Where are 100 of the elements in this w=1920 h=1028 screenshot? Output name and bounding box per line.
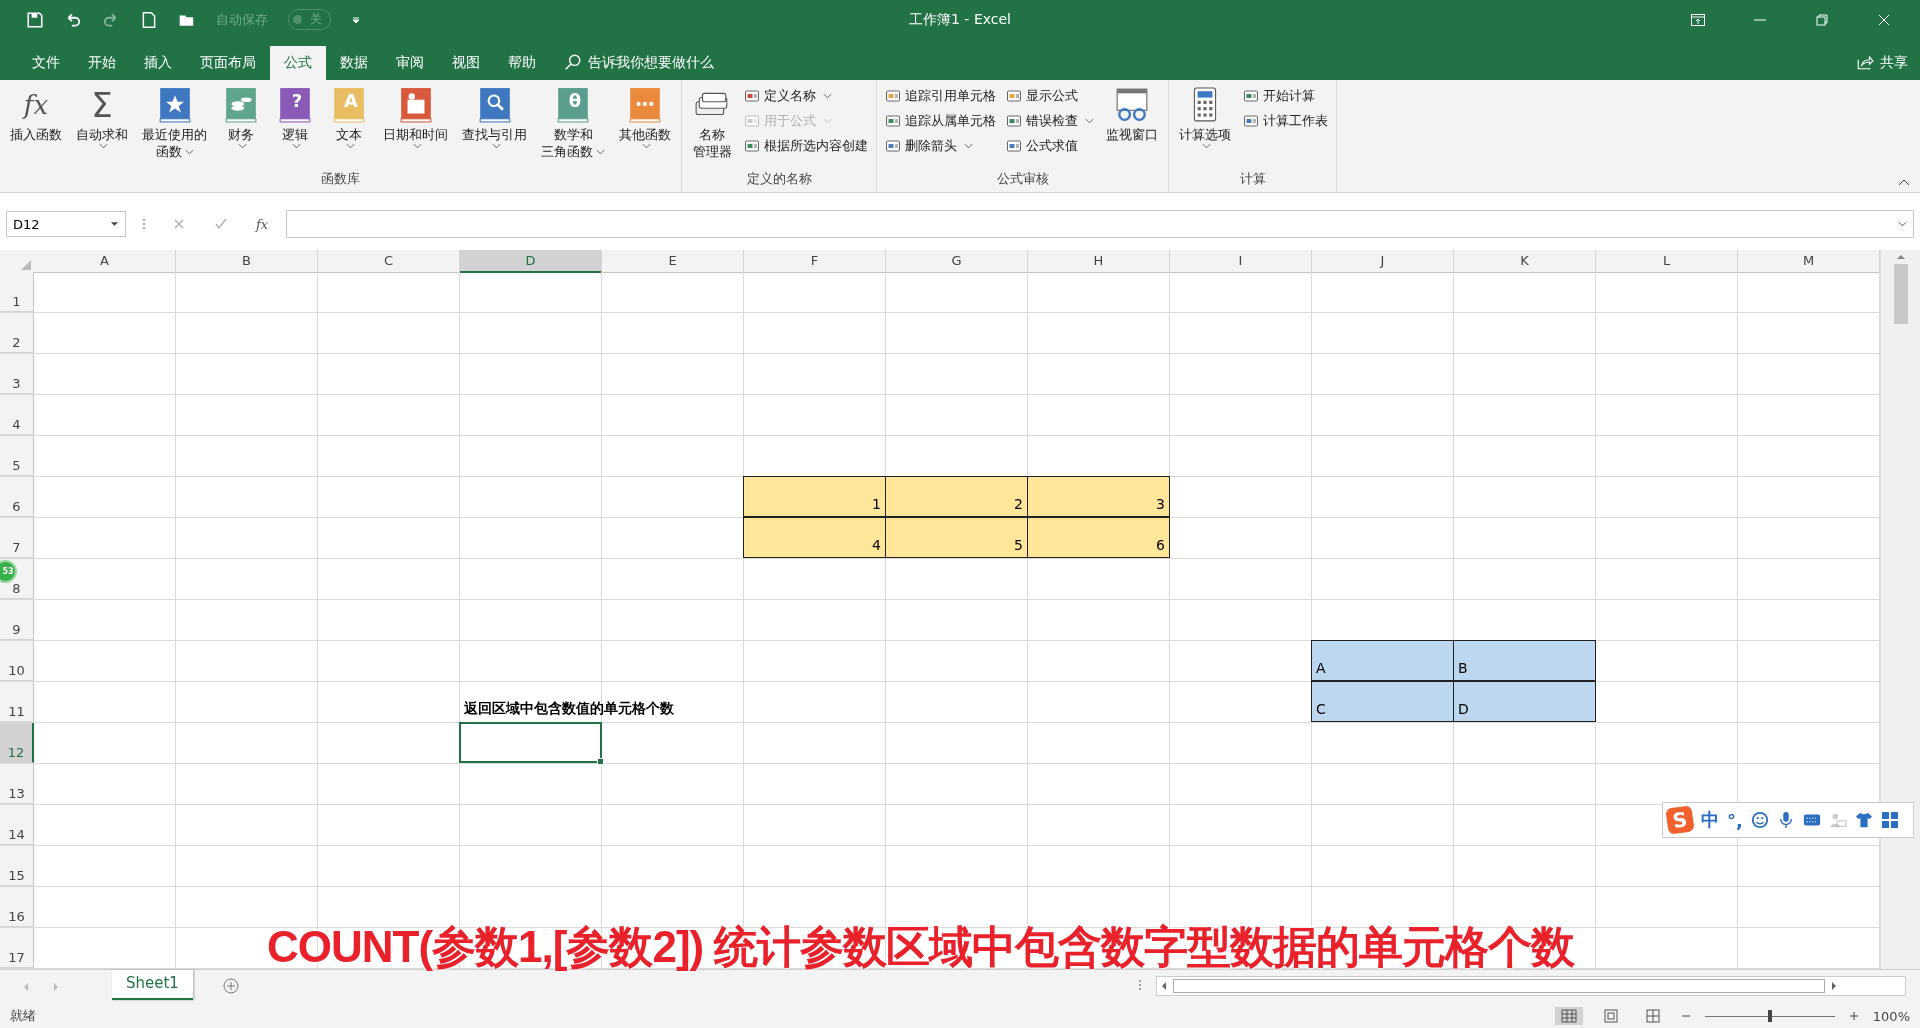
- row-header[interactable]: 10: [8, 664, 25, 679]
- column-header[interactable]: K: [1454, 250, 1596, 274]
- ribbon-button[interactable]: Σ 自动求和: [70, 83, 134, 171]
- active-cell[interactable]: [459, 722, 602, 764]
- sheet-tab[interactable]: Sheet1: [112, 970, 193, 1001]
- row-header[interactable]: 6: [12, 500, 21, 515]
- ribbon-command[interactable]: 追踪引用单元格: [885, 85, 996, 106]
- new-file-icon[interactable]: [140, 10, 158, 29]
- column-header[interactable]: A: [34, 250, 176, 274]
- menu-tab[interactable]: 插入: [130, 45, 186, 80]
- tell-me-search[interactable]: 告诉我你想要做什么: [588, 45, 714, 80]
- row-header[interactable]: 14: [8, 828, 25, 843]
- toolbox-icon[interactable]: [1880, 811, 1899, 829]
- insert-function-button[interactable]: fx: [256, 216, 269, 232]
- ribbon-command[interactable]: 计算工作表: [1243, 110, 1328, 131]
- row-header[interactable]: 1: [12, 295, 21, 310]
- ribbon-button[interactable]: 其他函数: [613, 83, 677, 171]
- collapse-ribbon-icon[interactable]: [1898, 178, 1910, 187]
- scroll-left-icon[interactable]: [1161, 981, 1167, 992]
- row-header[interactable]: 8: [12, 582, 21, 597]
- column-header[interactable]: J: [1312, 250, 1454, 274]
- normal-view-icon[interactable]: [1554, 1007, 1583, 1026]
- menu-tab[interactable]: 视图: [438, 45, 494, 80]
- column-header[interactable]: B: [176, 250, 318, 274]
- scroll-up-icon[interactable]: [1895, 254, 1906, 261]
- ribbon-command[interactable]: 开始计算: [1243, 85, 1328, 106]
- share-button[interactable]: 共享: [1880, 45, 1920, 80]
- add-sheet-icon[interactable]: [222, 978, 239, 995]
- row-header[interactable]: 5: [12, 459, 21, 474]
- ribbon-command[interactable]: 追踪从属单元格: [885, 110, 996, 131]
- prev-sheet-icon[interactable]: [22, 982, 30, 993]
- menu-tab[interactable]: 帮助: [494, 45, 550, 80]
- row-header[interactable]: 11: [8, 705, 25, 720]
- ribbon-button[interactable]: A 文本: [323, 83, 375, 171]
- next-sheet-icon[interactable]: [52, 982, 60, 993]
- menu-tab[interactable]: 开始: [74, 45, 130, 80]
- ribbon-button[interactable]: 名称 管理器: [686, 83, 738, 171]
- restore-icon[interactable]: [1814, 11, 1830, 28]
- row-header[interactable]: 13: [8, 787, 25, 802]
- row-header[interactable]: 9: [12, 623, 21, 638]
- row-header[interactable]: 16: [8, 910, 25, 925]
- row-header[interactable]: 17: [8, 951, 25, 966]
- row-header[interactable]: 12: [7, 746, 25, 761]
- emoji-icon[interactable]: [1750, 811, 1769, 829]
- ribbon-command[interactable]: 错误检查: [1006, 110, 1094, 131]
- ribbon-group-label: 函数库: [320, 170, 361, 189]
- row-header[interactable]: 2: [12, 336, 21, 351]
- column-header[interactable]: D: [460, 250, 602, 274]
- ribbon-command[interactable]: 公式求值: [1006, 135, 1094, 156]
- ribbon-command[interactable]: 显示公式: [1006, 85, 1094, 106]
- user-icon[interactable]: [1828, 811, 1847, 829]
- ribbon-button[interactable]: 日期和时间: [377, 83, 454, 171]
- menu-tab[interactable]: 文件: [18, 45, 74, 80]
- row-header[interactable]: 7: [12, 541, 21, 556]
- column-header[interactable]: H: [1028, 250, 1170, 274]
- row-header[interactable]: 15: [8, 869, 25, 884]
- scrollbar-thumb[interactable]: [1173, 979, 1825, 994]
- column-header[interactable]: L: [1596, 250, 1738, 274]
- menu-tab[interactable]: 审阅: [382, 45, 438, 80]
- splitter-icon[interactable]: [1138, 978, 1142, 993]
- horizontal-scrollbar[interactable]: [1156, 976, 1906, 997]
- zoom-in-icon[interactable]: [1848, 1011, 1859, 1022]
- ribbon-button[interactable]: 财务: [215, 83, 267, 171]
- input-mode-toggle[interactable]: 中: [1701, 808, 1719, 832]
- ribbon-button[interactable]: 查找与引用: [456, 83, 533, 171]
- formula-input[interactable]: [286, 210, 1914, 239]
- zoom-level-text[interactable]: 100%: [1872, 1008, 1910, 1024]
- ribbon-button[interactable]: fx 插入函数: [4, 83, 68, 171]
- ribbon-button[interactable]: 监视窗口: [1100, 83, 1164, 171]
- ribbon-display-icon[interactable]: [1690, 11, 1706, 28]
- column-header[interactable]: F: [744, 250, 886, 274]
- search-icon[interactable]: [564, 52, 582, 71]
- ribbon-button[interactable]: ? 逻辑: [269, 83, 321, 171]
- autosave-label: 自动保存: [216, 10, 268, 29]
- menu-tab[interactable]: 数据: [326, 45, 382, 80]
- ribbon-command[interactable]: 定义名称: [744, 85, 868, 106]
- column-header[interactable]: I: [1170, 250, 1312, 274]
- column-header[interactable]: E: [602, 250, 744, 274]
- ribbon-command[interactable]: 根据所选内容创建: [744, 135, 868, 156]
- scroll-right-icon[interactable]: [1831, 981, 1837, 992]
- scrollbar-thumb[interactable]: [1893, 264, 1908, 325]
- save-icon[interactable]: [26, 10, 44, 29]
- ribbon-button[interactable]: 最近使用的 函数: [136, 83, 213, 171]
- ribbon-command[interactable]: 删除箭头: [885, 135, 996, 156]
- punctuation-toggle[interactable]: °,: [1727, 809, 1743, 831]
- menu-tab[interactable]: 页面布局: [186, 45, 270, 80]
- menu-tab[interactable]: 公式: [270, 45, 326, 80]
- ribbon-button[interactable]: θ 数学和 三角函数: [535, 83, 611, 171]
- dropdown-caret-icon[interactable]: [110, 221, 119, 228]
- column-header[interactable]: G: [886, 250, 1028, 274]
- name-box[interactable]: D12: [6, 211, 126, 238]
- select-all-icon[interactable]: [21, 260, 31, 271]
- vertical-scrollbar[interactable]: [1880, 250, 1920, 970]
- shirt-icon[interactable]: [1854, 811, 1873, 829]
- row-header[interactable]: 3: [12, 377, 21, 392]
- row-header[interactable]: 4: [12, 418, 21, 433]
- zoom-slider-thumb[interactable]: [1767, 1010, 1772, 1023]
- expand-caret-icon[interactable]: [1898, 221, 1907, 228]
- customize-caret-icon[interactable]: [351, 14, 361, 25]
- ribbon-button[interactable]: 计算选项: [1173, 83, 1237, 171]
